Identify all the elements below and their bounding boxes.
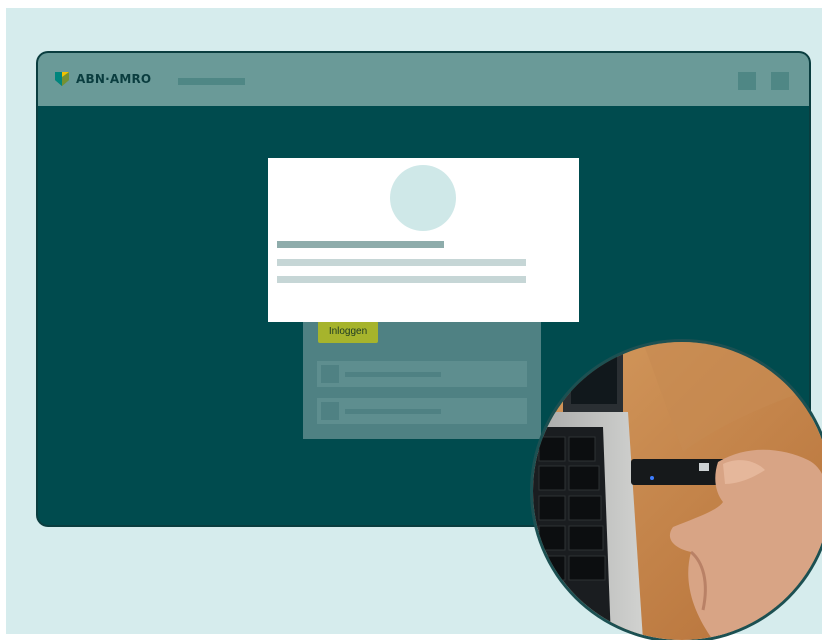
list-item-text-placeholder xyxy=(345,409,441,414)
list-item-icon xyxy=(321,402,339,420)
avatar xyxy=(390,165,456,231)
modal-text-placeholder xyxy=(277,276,526,283)
abn-amro-shield-icon xyxy=(55,72,69,86)
modal-dialog xyxy=(268,158,579,322)
brand-logo: ABN·AMRO xyxy=(54,71,151,87)
list-item-icon xyxy=(321,365,339,383)
browser-titlebar: ABN·AMRO xyxy=(38,53,809,106)
usb-security-key-photo xyxy=(533,342,822,640)
window-button[interactable] xyxy=(771,72,789,90)
list-item[interactable] xyxy=(317,361,527,387)
window-button[interactable] xyxy=(738,72,756,90)
address-bar-placeholder[interactable] xyxy=(178,78,245,85)
illustration-background: ABN·AMRO Inloggen xyxy=(6,8,822,640)
list-item-text-placeholder xyxy=(345,372,441,377)
modal-text-placeholder xyxy=(277,259,526,266)
modal-title-placeholder xyxy=(277,241,444,248)
brand-name: ABN·AMRO xyxy=(76,72,152,86)
list-item[interactable] xyxy=(317,398,527,424)
login-button[interactable]: Inloggen xyxy=(318,321,378,343)
